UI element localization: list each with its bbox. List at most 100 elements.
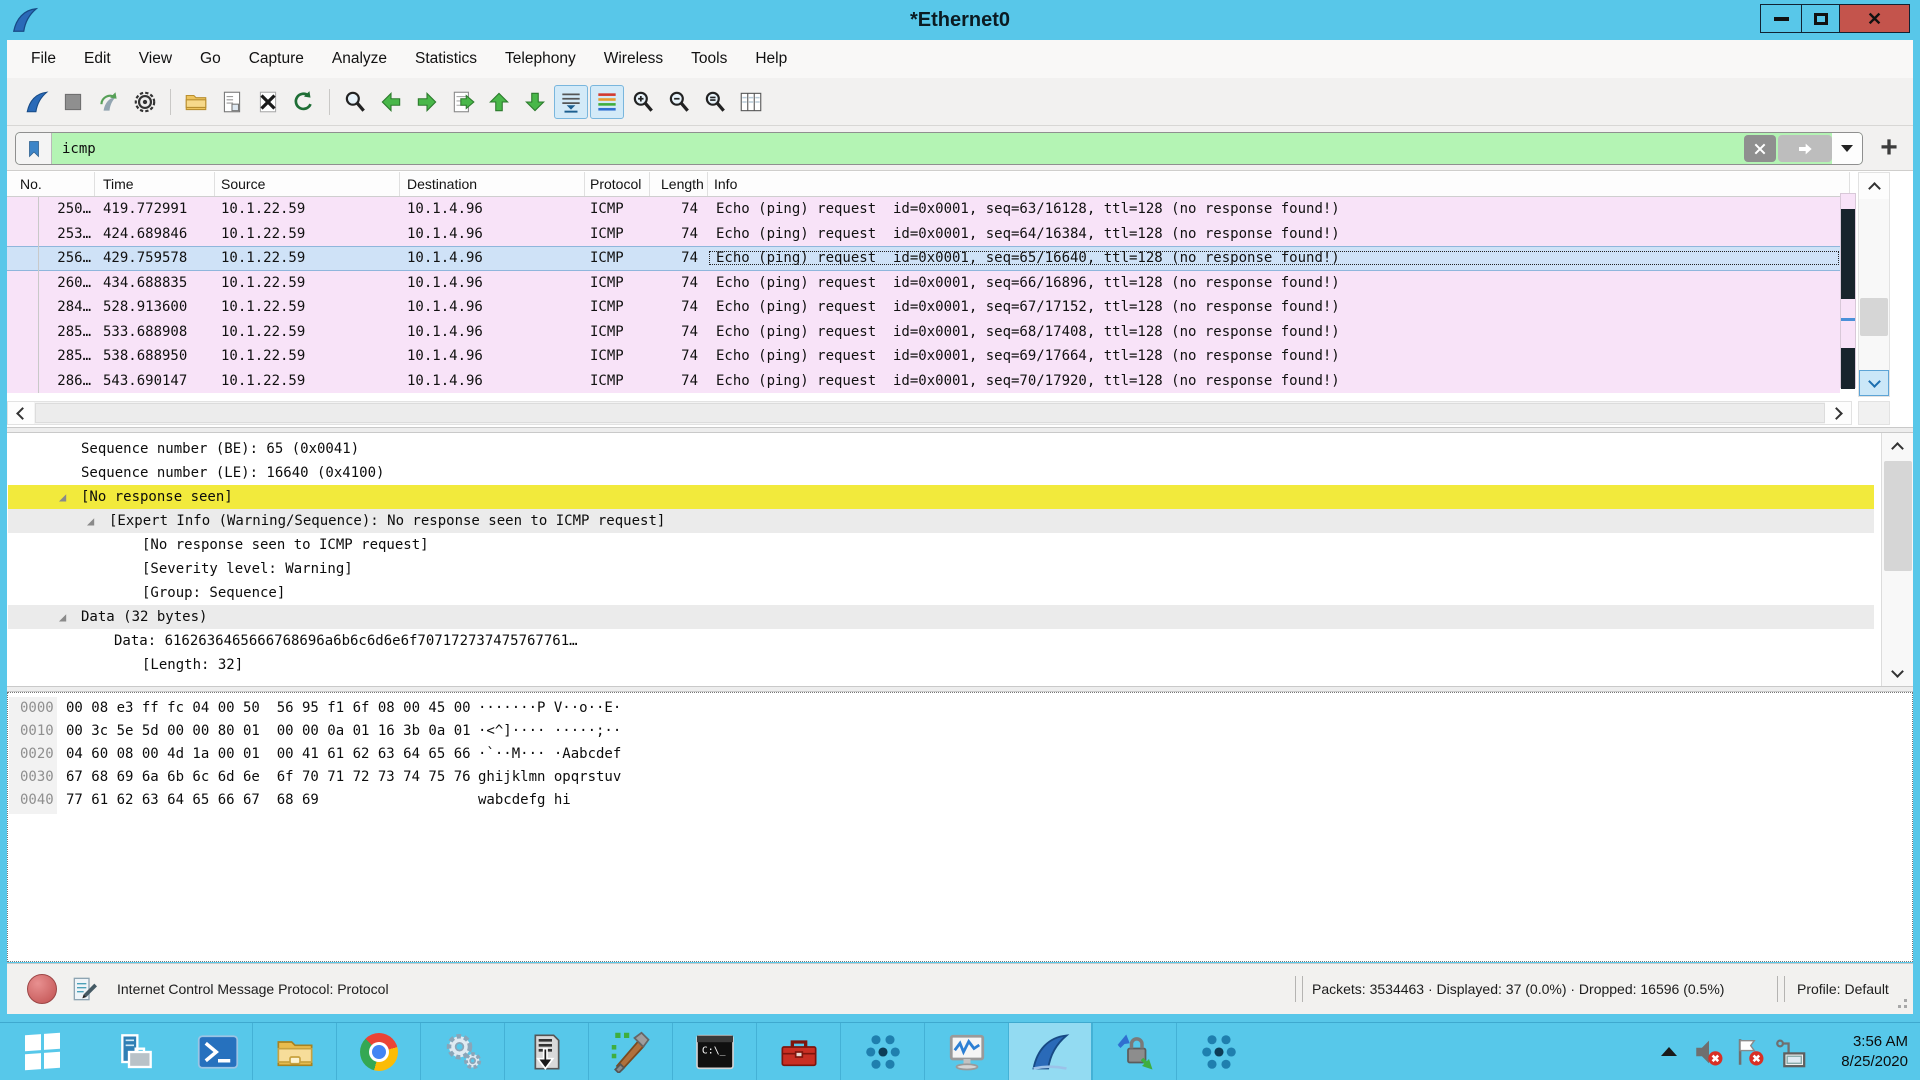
filter-bookmark-button[interactable] [16, 133, 52, 164]
find-packet-button[interactable] [338, 85, 372, 119]
detail-line[interactable]: [Severity level: Warning] [8, 557, 1874, 581]
menu-item[interactable]: Telephony [491, 40, 590, 78]
hex-row[interactable]: 0020 04 60 08 00 4d 1a 00 01 00 41 61 62… [8, 743, 1912, 766]
column-header-source[interactable]: Source [215, 172, 400, 196]
column-header-protocol[interactable]: Protocol [585, 172, 650, 196]
colorize-button[interactable] [590, 85, 624, 119]
packet-row[interactable]: 286… 543.690147 10.1.22.59 10.1.4.96 ICM… [7, 369, 1840, 394]
display-filter-input[interactable]: icmp [15, 132, 1863, 165]
hex-row[interactable]: 0000 00 08 e3 ff fc 04 00 50 56 95 f1 6f… [8, 697, 1912, 720]
scroll-up-button[interactable] [1882, 433, 1912, 459]
taskbar-server-manager[interactable] [92, 1023, 176, 1080]
column-header-info[interactable]: Info [708, 172, 1850, 196]
packet-row[interactable]: 260… 434.688835 10.1.22.59 10.1.4.96 ICM… [7, 271, 1840, 296]
filter-text[interactable]: icmp [52, 141, 1742, 157]
taskbar-command-prompt[interactable]: C:\_ [672, 1023, 756, 1080]
hscroll-thumb[interactable] [35, 403, 1825, 423]
menu-item[interactable]: Tools [677, 40, 741, 78]
taskbar-clock[interactable]: 3:56 AM 8/25/2020 [1841, 1023, 1912, 1080]
detail-line[interactable]: [Group: Sequence] [8, 581, 1874, 605]
column-header-no[interactable]: No. [7, 172, 95, 196]
menu-item[interactable]: Statistics [401, 40, 491, 78]
packet-row[interactable]: 284… 528.913600 10.1.22.59 10.1.4.96 ICM… [7, 295, 1840, 320]
detail-line[interactable]: [Expert Info (Warning/Sequence): No resp… [8, 509, 1874, 533]
scroll-left-button[interactable] [8, 402, 34, 424]
taskbar-installer[interactable] [504, 1023, 588, 1080]
menu-item[interactable]: Help [741, 40, 801, 78]
menu-item[interactable]: Edit [70, 40, 125, 78]
hex-row[interactable]: 0010 00 3c 5e 5d 00 00 80 01 00 00 0a 01… [8, 720, 1912, 743]
packet-row[interactable]: 256… 429.759578 10.1.22.59 10.1.4.96 ICM… [7, 246, 1840, 271]
status-profile[interactable]: Profile: Default [1797, 964, 1889, 1014]
tray-volume[interactable] [1692, 1023, 1726, 1080]
packet-row[interactable]: 285… 533.688908 10.1.22.59 10.1.4.96 ICM… [7, 320, 1840, 345]
detail-line[interactable]: [No response seen] [8, 485, 1874, 509]
filter-clear-button[interactable] [1744, 135, 1776, 162]
zoom-reset-button[interactable] [698, 85, 732, 119]
detail-line[interactable]: Data: 6162636465666768696a6b6c6d6e6f7071… [8, 629, 1874, 653]
tray-action-center[interactable] [1733, 1023, 1767, 1080]
details-vscrollbar[interactable] [1881, 433, 1913, 686]
maximize-button[interactable] [1802, 4, 1840, 33]
taskbar-toolbox[interactable] [756, 1023, 840, 1080]
scroll-up-button[interactable] [1859, 173, 1889, 199]
start-button[interactable] [0, 1023, 84, 1080]
menu-item[interactable]: View [125, 40, 186, 78]
close-file-button[interactable] [251, 85, 285, 119]
menu-item[interactable]: Wireless [590, 40, 677, 78]
packet-list-vscrollbar[interactable] [1858, 172, 1890, 397]
go-to-packet-button[interactable] [446, 85, 480, 119]
expander-triangle-icon[interactable] [59, 605, 66, 629]
filter-dropdown-button[interactable] [1832, 133, 1862, 164]
column-header-time[interactable]: Time [95, 172, 215, 196]
reload-file-button[interactable] [287, 85, 321, 119]
packet-row[interactable]: 250… 419.772991 10.1.22.59 10.1.4.96 ICM… [7, 197, 1840, 222]
go-last-packet-button[interactable] [518, 85, 552, 119]
open-file-button[interactable] [179, 85, 213, 119]
taskbar-services[interactable] [420, 1023, 504, 1080]
detail-line[interactable]: Sequence number (LE): 16640 (0x4100) [8, 461, 1874, 485]
packet-bytes-pane[interactable]: 0000 00 08 e3 ff fc 04 00 50 56 95 f1 6f… [7, 692, 1913, 962]
resize-grip[interactable] [1893, 994, 1907, 1008]
menu-item[interactable]: Capture [235, 40, 318, 78]
close-button[interactable]: ✕ [1840, 4, 1910, 33]
filter-add-button[interactable]: + [1873, 130, 1905, 166]
tray-network[interactable] [1772, 1023, 1808, 1080]
menu-item[interactable]: File [17, 40, 70, 78]
save-file-button[interactable] [215, 85, 249, 119]
resize-columns-button[interactable] [734, 85, 768, 119]
show-hidden-icons-button[interactable] [1655, 1023, 1683, 1080]
go-back-button[interactable] [374, 85, 408, 119]
detail-line[interactable]: Data (32 bytes) [8, 605, 1874, 629]
start-capture-button[interactable] [20, 85, 54, 119]
expander-triangle-icon[interactable] [59, 485, 66, 509]
taskbar-wireshark[interactable] [1008, 1023, 1092, 1080]
taskbar-app-grid[interactable] [840, 1023, 924, 1080]
filter-apply-button[interactable] [1778, 135, 1832, 162]
capture-comment-icon[interactable] [69, 973, 101, 1005]
minimize-button[interactable] [1760, 4, 1802, 33]
auto-scroll-button[interactable] [554, 85, 588, 119]
go-forward-button[interactable] [410, 85, 444, 119]
taskbar-secure-transfer[interactable] [1092, 1023, 1176, 1080]
column-header-length[interactable]: Length [650, 172, 708, 196]
zoom-in-button[interactable] [626, 85, 660, 119]
capture-options-button[interactable] [128, 85, 162, 119]
taskbar-file-explorer[interactable] [252, 1023, 336, 1080]
expert-info-button[interactable] [27, 974, 57, 1004]
details-scroll-thumb[interactable] [1884, 461, 1912, 571]
zoom-out-button[interactable] [662, 85, 696, 119]
scroll-right-button[interactable] [1825, 402, 1851, 424]
hex-row[interactable]: 0040 77 61 62 63 64 65 66 67 68 69 wabcd… [8, 789, 1912, 812]
column-header-destination[interactable]: Destination [400, 172, 585, 196]
restart-capture-button[interactable] [92, 85, 126, 119]
detail-line[interactable]: [No response seen to ICMP request] [8, 533, 1874, 557]
taskbar-app-grid-2[interactable] [1176, 1023, 1260, 1080]
detail-line[interactable]: Sequence number (BE): 65 (0x0041) [8, 437, 1874, 461]
scroll-down-button[interactable] [1882, 660, 1912, 686]
intelligent-scrollbar-minimap[interactable] [1840, 193, 1856, 388]
hex-row[interactable]: 0030 67 68 69 6a 6b 6c 6d 6e 6f 70 71 72… [8, 766, 1912, 789]
taskbar-powershell[interactable] [176, 1023, 260, 1080]
scroll-down-button[interactable] [1859, 370, 1889, 396]
stop-capture-button[interactable] [56, 85, 90, 119]
